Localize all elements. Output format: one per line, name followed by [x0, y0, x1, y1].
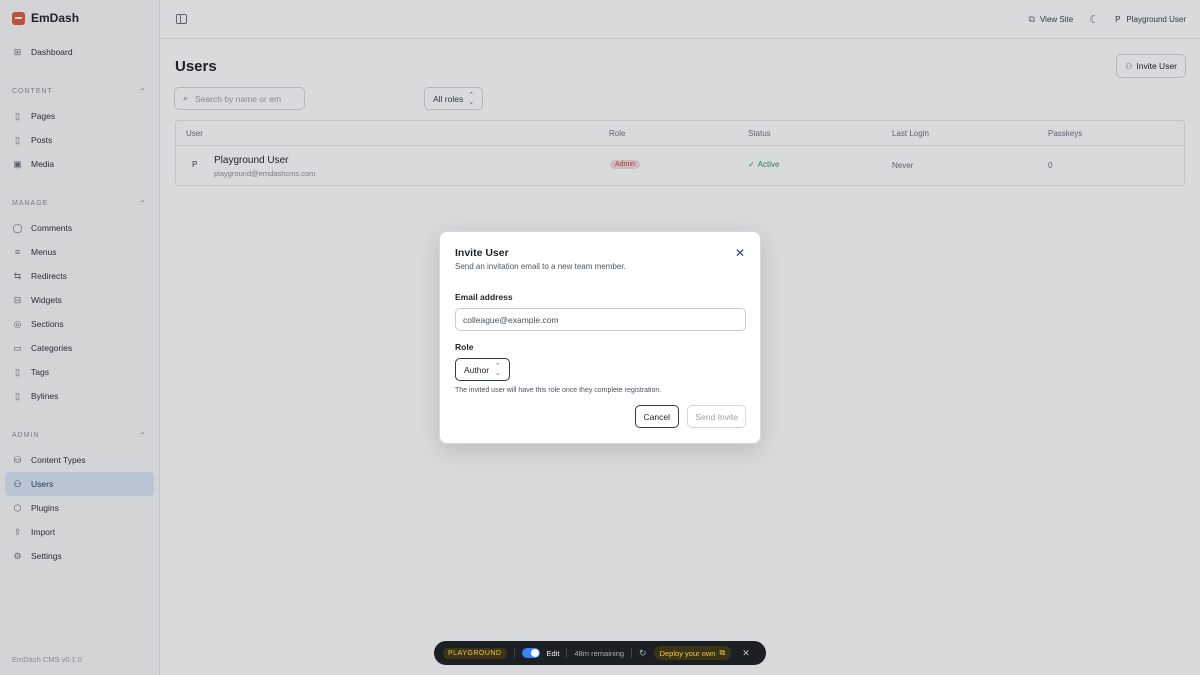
- close-icon[interactable]: ✕: [742, 648, 750, 659]
- chevron-up-down-icon: ⌃ ⌄: [495, 362, 501, 377]
- role-select-value: Author: [464, 364, 490, 375]
- edit-label: Edit: [546, 648, 560, 658]
- close-icon[interactable]: ✕: [735, 247, 745, 259]
- time-remaining: 48m remaining: [574, 648, 625, 658]
- divider: [513, 648, 515, 658]
- dialog-subtitle: Send an invitation email to a new team m…: [455, 262, 626, 271]
- email-label: Email address: [455, 292, 513, 302]
- email-field[interactable]: [455, 308, 746, 331]
- role-label: Role: [455, 342, 474, 352]
- refresh-icon[interactable]: ↻: [639, 648, 647, 659]
- deploy-label: Deploy your own: [659, 648, 716, 658]
- edit-toggle[interactable]: [521, 648, 540, 658]
- playground-bar: PLAYGROUND Edit 48m remaining ↻ Deploy y…: [434, 641, 766, 665]
- external-link-icon: ⧉: [719, 648, 726, 657]
- divider: [566, 648, 568, 658]
- role-hint: The invited user will have this role onc…: [455, 387, 662, 394]
- cancel-button[interactable]: Cancel: [634, 405, 679, 428]
- divider: [631, 648, 633, 658]
- role-select[interactable]: Author ⌃ ⌄: [455, 358, 510, 381]
- dialog-title: Invite User: [455, 247, 509, 259]
- send-invite-button[interactable]: Send Invite: [687, 405, 746, 428]
- invite-user-dialog: Invite User Send an invitation email to …: [439, 231, 761, 444]
- playground-badge: PLAYGROUND: [443, 647, 507, 659]
- deploy-your-own-button[interactable]: Deploy your own ⧉: [653, 646, 732, 660]
